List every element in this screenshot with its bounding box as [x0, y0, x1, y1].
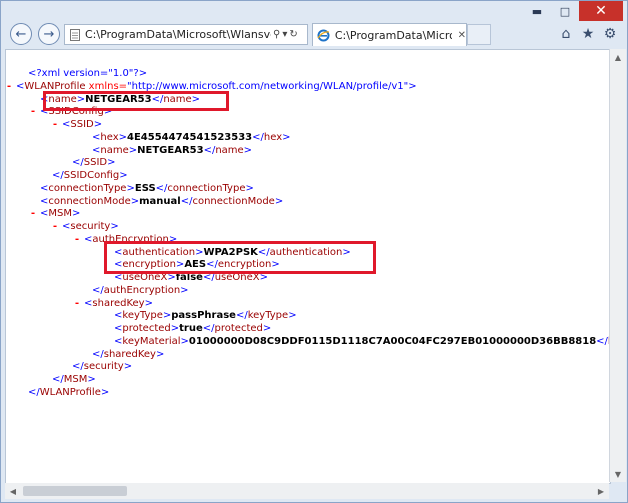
xml-line: <protected>true</protected>	[114, 323, 272, 334]
xml-document-view: <?xml version="1.0"?> - <WLANProfile xmlns…	[5, 49, 611, 484]
minimize-icon: ▬	[531, 4, 543, 18]
minimize-button[interactable]: ▬	[523, 1, 551, 21]
new-tab-button[interactable]	[467, 24, 491, 45]
xml-value: 4E4554474541523533	[127, 131, 253, 143]
forward-arrow-icon: →	[43, 26, 55, 42]
navigation-bar: ← → C:\ProgramData\Microsoft\Wlansvc\Pro…	[1, 21, 627, 48]
scroll-left-icon[interactable]: ◀	[5, 483, 21, 499]
refresh-icon[interactable]: ↻	[289, 29, 297, 40]
collapse-toggle-icon[interactable]: -	[30, 105, 36, 118]
back-button[interactable]: ←	[10, 23, 32, 45]
xml-line: <connectionMode>manual</connectionMode>	[40, 195, 284, 207]
xml-value: ESS	[134, 182, 156, 194]
xml-line: </WLANProfile>	[28, 386, 110, 398]
favorites-star-icon[interactable]: ★	[579, 25, 597, 43]
gear-icon[interactable]: ⚙	[601, 25, 619, 43]
xml-line: </SSID>	[72, 157, 116, 169]
xml-line: - <MSM>	[30, 208, 81, 220]
xml-line: </security>	[72, 361, 133, 373]
xml-value: NETGEAR53	[137, 144, 204, 156]
ie-icon	[316, 28, 332, 42]
dropdown-icon[interactable]: ▾	[282, 29, 287, 40]
xml-line: - <SSID>	[52, 119, 103, 130]
xml-line: - <sharedKey>	[74, 297, 153, 309]
xml-line: </MSM>	[52, 374, 96, 385]
highlight-auth-encryption	[104, 241, 376, 274]
xml-line: - <security>	[52, 221, 119, 232]
xml-value: manual	[139, 195, 181, 207]
scroll-down-icon[interactable]: ▼	[610, 466, 626, 482]
horizontal-scrollbar[interactable]: ◀ ▶	[5, 483, 609, 499]
page-icon	[68, 28, 82, 42]
search-icon[interactable]: ⚲	[273, 29, 280, 40]
xml-line: <hex>4E4554474541523533</hex>	[92, 131, 291, 143]
address-text: C:\ProgramData\Microsoft\Wlansvc\Profile…	[85, 28, 271, 41]
back-arrow-icon: ←	[15, 26, 27, 42]
collapse-toggle-icon[interactable]: -	[6, 80, 12, 93]
xml-value: passPhrase	[171, 310, 236, 322]
xml-line: <keyType>passPhrase</keyType>	[114, 310, 297, 322]
vertical-scrollbar[interactable]: ▲ ▼	[609, 49, 626, 482]
highlight-name	[43, 91, 229, 111]
collapse-toggle-icon[interactable]: -	[74, 233, 80, 246]
close-icon: ✕	[595, 3, 607, 19]
window-controls: ▬ □ ✕	[523, 1, 623, 21]
xml-line: </SSIDConfig>	[52, 170, 128, 181]
collapse-toggle-icon[interactable]: -	[30, 207, 36, 220]
xml-line: <connectionType>ESS</connectionType>	[40, 182, 254, 194]
xml-value: true	[179, 323, 203, 334]
xml-line: </sharedKey>	[92, 348, 165, 360]
collapse-toggle-icon[interactable]: -	[74, 297, 80, 310]
tab-active[interactable]: C:\ProgramData\Microsoft... ✕	[312, 23, 467, 46]
scroll-right-icon[interactable]: ▶	[593, 483, 609, 499]
xml-line: <name>NETGEAR53</name>	[92, 144, 253, 156]
forward-button[interactable]: →	[38, 23, 60, 45]
horizontal-scroll-thumb[interactable]	[23, 486, 127, 496]
scroll-up-icon[interactable]: ▲	[610, 49, 626, 65]
xml-line: <keyMaterial>01000000D08C9DDF0115D1118C7…	[114, 335, 610, 347]
maximize-icon: □	[559, 4, 571, 18]
collapse-toggle-icon[interactable]: -	[52, 220, 58, 233]
collapse-toggle-icon[interactable]: -	[52, 118, 58, 131]
browser-window: ▬ □ ✕ ← → C:\ProgramData\Microsoft\Wlans…	[0, 0, 628, 503]
toolbar-icons: ⌂ ★ ⚙	[557, 25, 619, 43]
address-bar[interactable]: C:\ProgramData\Microsoft\Wlansvc\Profile…	[64, 24, 308, 45]
tab-close-icon[interactable]: ✕	[458, 30, 466, 41]
xml-value: 01000000D08C9DDF0115D1118C7A00C04FC297EB…	[188, 335, 597, 347]
xml-line: <?xml version="1.0"?>	[28, 68, 148, 79]
home-icon[interactable]: ⌂	[557, 25, 575, 43]
xml-line: </authEncryption>	[92, 284, 189, 296]
tab-title: C:\ProgramData\Microsoft...	[334, 28, 452, 42]
close-button[interactable]: ✕	[579, 1, 623, 21]
maximize-button[interactable]: □	[551, 1, 579, 21]
